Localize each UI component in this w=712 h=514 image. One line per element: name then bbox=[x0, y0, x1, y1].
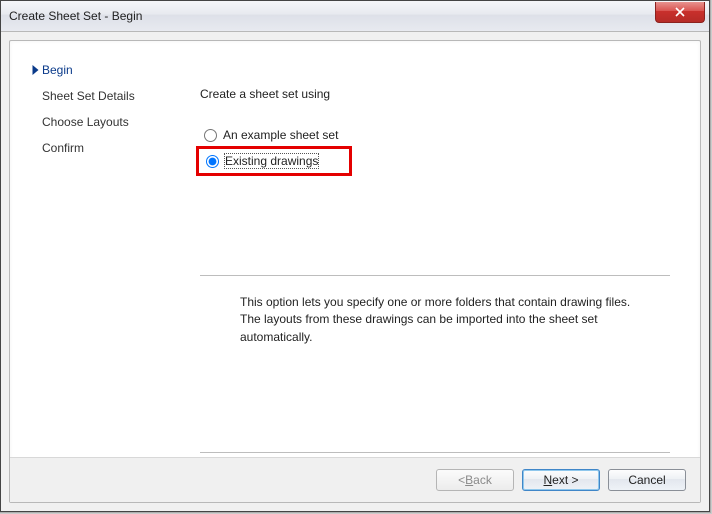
nav-step-layouts[interactable]: Choose Layouts bbox=[30, 109, 200, 135]
separator-bottom bbox=[200, 452, 670, 453]
radio-option-example[interactable]: An example sheet set bbox=[200, 123, 670, 147]
close-button[interactable] bbox=[655, 2, 705, 23]
prompt-text: Create a sheet set using bbox=[200, 87, 670, 101]
nav-label: Choose Layouts bbox=[42, 115, 129, 129]
radio-existing-input[interactable] bbox=[206, 155, 219, 168]
nav-step-confirm[interactable]: Confirm bbox=[30, 135, 200, 161]
content-area: Begin Sheet Set Details Choose Layouts C… bbox=[10, 41, 700, 457]
main-panel: Create a sheet set using An example shee… bbox=[200, 57, 700, 457]
window-title: Create Sheet Set - Begin bbox=[9, 9, 142, 23]
radio-option-existing[interactable]: Existing drawings bbox=[200, 149, 670, 173]
nav-label: Begin bbox=[42, 63, 73, 77]
annotation-highlight: Existing drawings bbox=[200, 150, 348, 172]
client-area: Begin Sheet Set Details Choose Layouts C… bbox=[9, 40, 701, 503]
button-bar: < Back Next > Cancel bbox=[10, 457, 700, 502]
next-button[interactable]: Next > bbox=[522, 469, 600, 491]
option-description: This option lets you specify one or more… bbox=[200, 276, 670, 346]
cancel-button[interactable]: Cancel bbox=[608, 469, 686, 491]
nav-current-arrow-icon bbox=[30, 65, 40, 75]
nav-label: Sheet Set Details bbox=[42, 89, 135, 103]
dialog-window: Create Sheet Set - Begin Begin Sheet Set… bbox=[0, 0, 710, 512]
back-button: < Back bbox=[436, 469, 514, 491]
radio-group: An example sheet set Existing drawings bbox=[200, 123, 670, 175]
nav-step-begin[interactable]: Begin bbox=[30, 57, 200, 83]
close-icon bbox=[674, 7, 686, 17]
radio-example-label: An example sheet set bbox=[223, 128, 338, 142]
wizard-nav: Begin Sheet Set Details Choose Layouts C… bbox=[10, 57, 200, 457]
nav-label: Confirm bbox=[42, 141, 84, 155]
nav-step-details[interactable]: Sheet Set Details bbox=[30, 83, 200, 109]
radio-existing-label: Existing drawings bbox=[225, 154, 318, 168]
radio-example-input[interactable] bbox=[204, 129, 217, 142]
titlebar[interactable]: Create Sheet Set - Begin bbox=[1, 1, 709, 32]
